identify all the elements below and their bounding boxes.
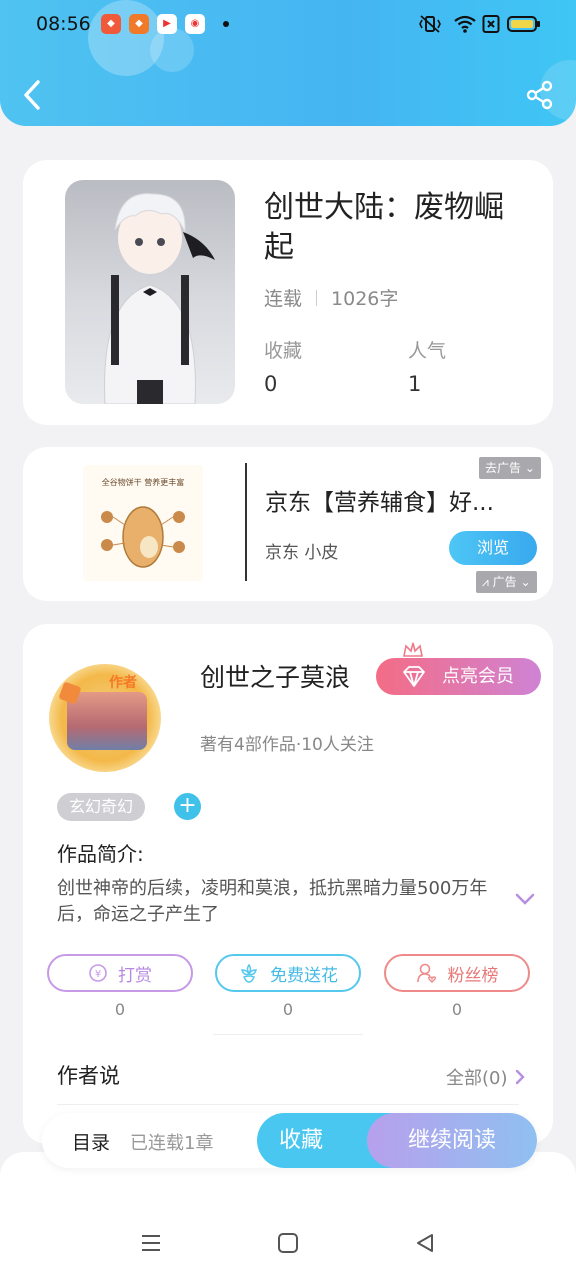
book-cover-image[interactable] — [65, 180, 235, 404]
popularity-value: 1 — [408, 372, 422, 396]
divider — [57, 1104, 519, 1105]
divider — [213, 1034, 363, 1035]
avatar-image — [67, 692, 147, 750]
notification-dot — [223, 21, 229, 27]
genre-tag[interactable]: 玄幻奇幻 — [57, 793, 146, 821]
ad-card[interactable]: 全谷物饼干 营养更丰富 京东【营养辅食】好... 京东 小皮 浏览 去广告 ⌄ … — [23, 447, 553, 601]
chevron-down-icon: ⌄ — [520, 575, 531, 589]
chevron-down-icon: ⌄ — [524, 461, 535, 475]
status-time: 08:56 — [36, 13, 91, 35]
author-name[interactable]: 创世之子莫浪 — [200, 658, 350, 694]
remove-ad-label: 去广告 — [485, 461, 522, 475]
share-icon[interactable] — [525, 80, 555, 110]
fan-user-icon — [416, 963, 436, 983]
ad-label-tag[interactable]: ⩘ 广告 ⌄ — [476, 571, 537, 593]
bottom-action-bar: 目录 已连载1章 收藏 继续阅读 — [42, 1113, 537, 1168]
app-icon-2: ◆ — [129, 14, 149, 34]
fan-list-button[interactable]: 粉丝榜 — [384, 954, 530, 992]
ad-image-caption: 全谷物饼干 营养更丰富 — [102, 477, 185, 487]
flower-icon — [240, 963, 258, 983]
send-flower-label: 免费送花 — [270, 965, 338, 986]
vibrate-icon — [419, 15, 441, 33]
flower-count: 0 — [282, 1000, 294, 1019]
book-status: 连载 — [264, 288, 303, 310]
book-meta: 连载 1026字 — [264, 284, 398, 311]
ad-divider — [245, 463, 247, 581]
meta-separator — [316, 289, 318, 306]
system-nav-bar — [0, 1152, 576, 1280]
vip-label: 点亮会员 — [442, 666, 514, 687]
popularity-label: 人气 — [408, 340, 447, 362]
ad-logo-icon: ⩘ — [482, 575, 489, 589]
menu-icon[interactable] — [140, 1232, 162, 1254]
ad-source: 京东 小皮 — [265, 543, 339, 563]
author-says-all-link[interactable]: 全部(0) — [446, 1064, 526, 1090]
home-square-icon[interactable] — [277, 1232, 299, 1254]
crown-icon — [403, 642, 423, 657]
toc-button[interactable]: 目录 — [72, 1128, 110, 1155]
vip-button[interactable]: 点亮会员 — [376, 658, 541, 695]
send-flower-button[interactable]: 免费送花 — [215, 954, 361, 992]
fan-count: 0 — [451, 1000, 463, 1019]
yen-coin-icon: ¥ — [89, 964, 107, 982]
ad-browse-button[interactable]: 浏览 — [449, 531, 537, 565]
wifi-icon — [454, 15, 476, 33]
remove-ad-button[interactable]: 去广告 ⌄ — [479, 457, 541, 479]
book-title: 创世大陆：废物崛起 — [264, 190, 504, 265]
sim-off-icon — [482, 15, 500, 33]
author-badge: 作者 — [109, 675, 137, 691]
book-info-card: 创世大陆：废物崛起 连载 1026字 收藏 0 人气 1 — [23, 160, 553, 425]
serial-info: 已连载1章 — [130, 1133, 214, 1154]
tip-button[interactable]: ¥ 打赏 — [47, 954, 193, 992]
tip-label: 打赏 — [118, 965, 152, 986]
author-card: 作者 创世之子莫浪 点亮会员 著有4部作品·10人关注 玄幻奇幻 + 作品简介:… — [23, 624, 553, 1144]
svg-text:¥: ¥ — [95, 969, 101, 980]
app-icon-1: ◆ — [101, 14, 121, 34]
back-triangle-icon[interactable] — [414, 1232, 436, 1254]
book-word-count: 1026字 — [331, 288, 399, 310]
add-tag-button[interactable]: + — [174, 793, 201, 820]
fan-list-label: 粉丝榜 — [447, 965, 499, 986]
author-says-all-label: 全部(0) — [446, 1068, 508, 1089]
author-avatar[interactable]: 作者 — [49, 664, 161, 772]
intro-text: 创世神帝的后续，凌明和莫浪，抵抗黑暗力量500万年后，命运之子产生了 — [57, 878, 488, 925]
battery-icon — [507, 16, 540, 32]
app-icon-3: ▶ — [157, 14, 177, 34]
intro-label: 作品简介: — [57, 842, 144, 866]
favorites-label: 收藏 — [264, 340, 303, 362]
chevron-left-icon[interactable] — [20, 78, 46, 112]
ad-illustration: 全谷物饼干 营养更丰富 — [101, 477, 185, 568]
header-bar: 08:56 ◆ ◆ ▶ ◉ — [0, 0, 576, 126]
ad-title[interactable]: 京东【营养辅食】好... — [265, 483, 494, 517]
continue-reading-button[interactable]: 继续阅读 — [367, 1113, 537, 1168]
status-bar: 08:56 ◆ ◆ ▶ ◉ — [0, 0, 576, 52]
author-says-label: 作者说 — [57, 1064, 120, 1088]
favorites-value: 0 — [264, 372, 278, 396]
ad-label: 广告 — [492, 575, 517, 589]
cover-illustration — [104, 193, 215, 404]
ad-image[interactable]: 全谷物饼干 营养更丰富 — [83, 465, 203, 581]
chevron-right-icon — [515, 1069, 525, 1085]
diamond-icon — [403, 666, 425, 687]
chevron-down-icon[interactable] — [514, 892, 536, 906]
tip-count: 0 — [114, 1000, 126, 1019]
author-info: 著有4部作品·10人关注 — [200, 735, 374, 755]
weibo-icon: ◉ — [185, 14, 205, 34]
